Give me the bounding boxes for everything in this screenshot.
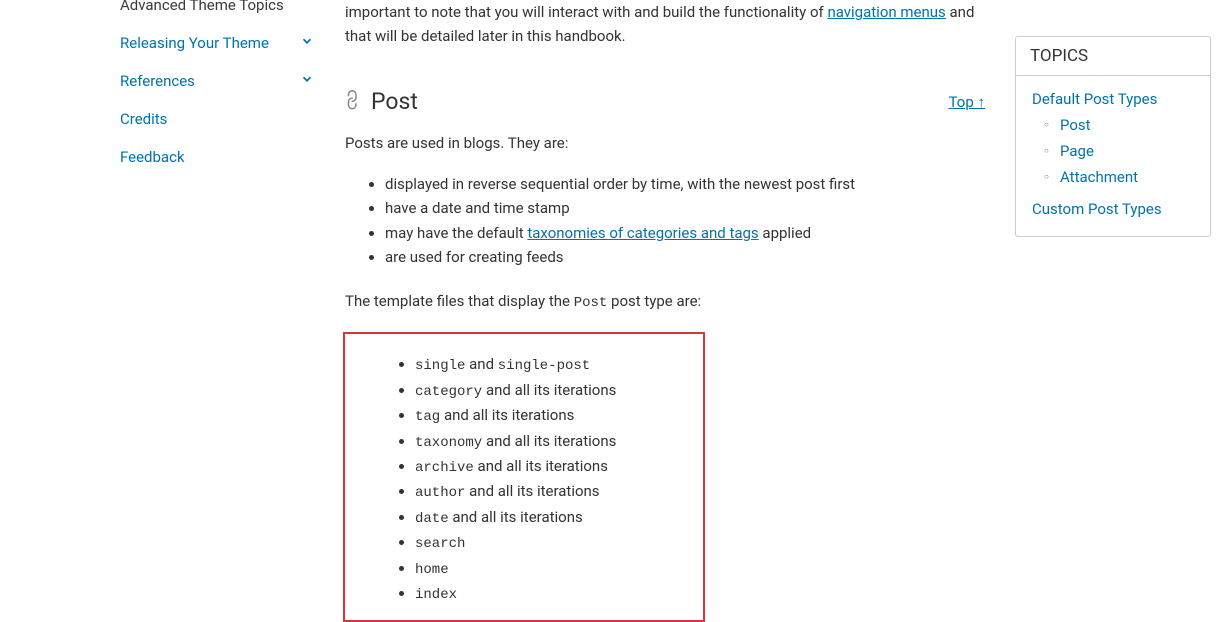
taxonomies-link[interactable]: taxonomies of categories and tags — [527, 224, 758, 242]
list-text: and all its iterations — [440, 406, 574, 424]
templates-intro-prefix: The template files that display the — [345, 292, 574, 310]
sidebar-item-feedback[interactable]: Feedback — [98, 138, 336, 176]
sidebar-item-label: Feedback — [120, 148, 185, 166]
list-text: and — [465, 355, 497, 373]
topics-link-default-post-types[interactable]: Default Post Types — [1032, 90, 1157, 108]
link-icon[interactable] — [340, 87, 369, 116]
list-text: may have the default — [385, 224, 527, 242]
list-item: have a date and time stamp — [385, 197, 985, 220]
navigation-menus-link[interactable]: navigation menus — [827, 3, 945, 21]
list-text: and all its iterations — [465, 482, 599, 500]
list-text: and all its iterations — [482, 381, 616, 399]
topics-list: Default Post Types Post Page Attachment … — [1016, 76, 1210, 236]
list-item: index — [415, 581, 691, 606]
list-item: displayed in reverse sequential order by… — [385, 173, 985, 196]
section-heading-row: Post Top ↑ — [345, 88, 985, 115]
code-archive: archive — [415, 460, 474, 476]
code-taxonomy: taxonomy — [415, 435, 482, 451]
template-files-list: single and single-post category and all … — [357, 352, 691, 606]
sidebar-item-label: Advanced Theme Topics — [120, 0, 284, 14]
post-code: Post — [574, 295, 608, 311]
topics-link-custom-post-types[interactable]: Custom Post Types — [1032, 200, 1162, 218]
topics-subitem: Post — [1044, 112, 1194, 138]
topics-subitem: Attachment — [1044, 164, 1194, 190]
topics-item: Default Post Types Post Page Attachment — [1016, 86, 1210, 196]
topics-header: TOPICS — [1016, 37, 1210, 76]
topics-link-attachment[interactable]: Attachment — [1060, 168, 1138, 186]
sidebar-item-references[interactable]: References — [98, 62, 336, 100]
top-link[interactable]: Top ↑ — [949, 93, 985, 111]
list-item: taxonomy and all its iterations — [415, 429, 691, 454]
section-title: Post — [371, 88, 418, 115]
list-item: home — [415, 556, 691, 581]
chevron-down-icon — [300, 72, 314, 90]
template-files-box: single and single-post category and all … — [343, 332, 705, 622]
code-search: search — [415, 536, 465, 552]
topics-link-post[interactable]: Post — [1060, 116, 1091, 134]
code-single-post: single-post — [498, 358, 590, 374]
post-properties-list: displayed in reverse sequential order by… — [345, 173, 985, 269]
section-heading: Post — [345, 88, 418, 115]
code-author: author — [415, 485, 465, 501]
main-content: important to note that you will interact… — [345, 0, 1000, 622]
sidebar-item-label: Credits — [120, 110, 167, 128]
list-text: applied — [759, 224, 811, 242]
templates-intro-suffix: post type are: — [607, 292, 701, 310]
list-item: date and all its iterations — [415, 505, 691, 530]
sidebar-item-credits[interactable]: Credits — [98, 100, 336, 138]
posts-intro: Posts are used in blogs. They are: — [345, 131, 985, 155]
list-item: may have the default taxonomies of categ… — [385, 222, 985, 245]
sidebar-item-label: References — [120, 72, 195, 90]
templates-intro: The template files that display the Post… — [345, 289, 985, 314]
list-item: are used for creating feeds — [385, 246, 985, 269]
code-home: home — [415, 562, 449, 578]
topics-link-page[interactable]: Page — [1060, 142, 1094, 160]
sidebar-item-advanced[interactable]: Advanced Theme Topics — [98, 0, 336, 24]
code-single: single — [415, 358, 465, 374]
topics-subitem: Page — [1044, 138, 1194, 164]
list-item: author and all its iterations — [415, 479, 691, 504]
sidebar-item-releasing[interactable]: Releasing Your Theme — [98, 24, 336, 62]
list-text: and all its iterations — [482, 432, 616, 450]
chevron-down-icon — [300, 34, 314, 52]
topics-panel: TOPICS Default Post Types Post Page Atta… — [1015, 36, 1211, 237]
list-text: and all its iterations — [474, 457, 608, 475]
list-item: archive and all its iterations — [415, 454, 691, 479]
intro-prefix: important to note that you will interact… — [345, 3, 827, 21]
code-category: category — [415, 384, 482, 400]
code-index: index — [415, 587, 457, 603]
sidebar-item-label: Releasing Your Theme — [120, 34, 269, 52]
sidebar-nav: Advanced Theme Topics Releasing Your The… — [98, 0, 336, 176]
list-text: and all its iterations — [449, 508, 583, 526]
topics-item: Custom Post Types — [1016, 196, 1210, 222]
list-item: search — [415, 530, 691, 555]
list-item: single and single-post — [415, 352, 691, 377]
code-date: date — [415, 511, 449, 527]
topics-sublist: Post Page Attachment — [1032, 108, 1194, 192]
code-tag: tag — [415, 409, 440, 425]
intro-paragraph: important to note that you will interact… — [345, 0, 985, 48]
list-item: category and all its iterations — [415, 378, 691, 403]
list-item: tag and all its iterations — [415, 403, 691, 428]
